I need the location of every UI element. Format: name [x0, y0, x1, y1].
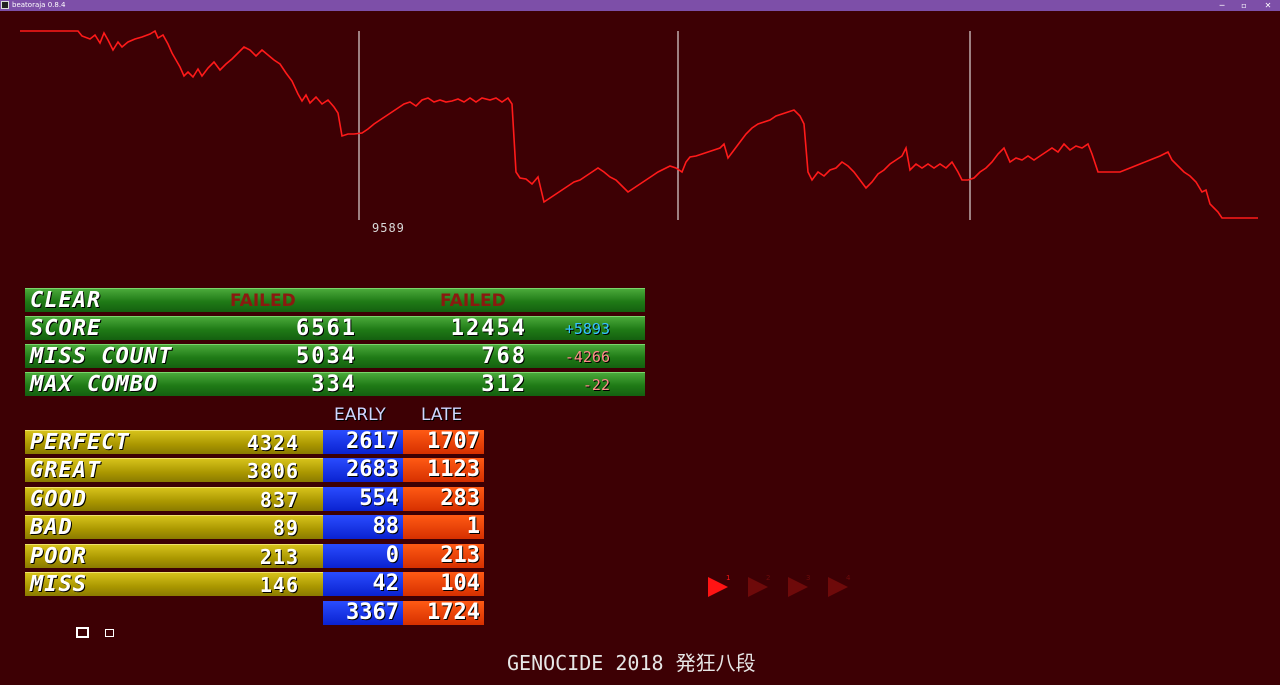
lane-option-large-icon [76, 627, 89, 638]
result-label: MAX COMBO [30, 372, 159, 397]
judge-late-good: 283 [403, 487, 484, 511]
judge-late-poor: 213 [403, 544, 484, 568]
late-header: LATE [421, 405, 463, 425]
play-1-label: 1 [726, 574, 730, 582]
judge-row-poor: POOR 213 [25, 544, 323, 569]
judge-row-good: GOOD 837 [25, 487, 323, 512]
judge-late-miss: 104 [403, 572, 484, 596]
judge-total: 3806 [246, 459, 299, 483]
result-label: MISS COUNT [30, 344, 173, 369]
miss-count-best: 768 [481, 344, 527, 369]
early-total: 3367 [323, 601, 403, 625]
judge-early-good: 554 [323, 487, 403, 511]
max-combo-best: 312 [481, 372, 527, 397]
close-button[interactable]: ✕ [1258, 0, 1278, 11]
result-label: SCORE [30, 316, 102, 341]
judge-label: BAD [30, 515, 73, 540]
play-1-icon[interactable]: 1 [706, 572, 732, 600]
window-titlebar: beatoraja 0.8.4 ─ ▫ ✕ [0, 0, 1280, 11]
maximize-button[interactable]: ▫ [1234, 0, 1254, 11]
play-2-label: 2 [766, 574, 770, 582]
play-4-icon[interactable]: 4 [826, 572, 852, 600]
lane-option-small-icon [105, 629, 114, 637]
window-title: beatoraja 0.8.4 [12, 1, 66, 9]
judge-early-perfect: 2617 [323, 430, 403, 454]
judge-early-miss: 42 [323, 572, 403, 596]
score-current: 6561 [296, 316, 357, 341]
play-3-icon[interactable]: 3 [786, 572, 812, 600]
graph-value-label: 9589 [372, 221, 405, 235]
result-label: CLEAR [30, 288, 102, 313]
judge-row-bad: BAD 89 [25, 515, 323, 540]
judge-total: 213 [259, 545, 299, 569]
judge-label: MISS [30, 572, 87, 597]
judge-early-bad: 88 [323, 515, 403, 539]
result-row-miss-count: MISS COUNT 5034 768 -4266 [25, 344, 645, 369]
play-3-label: 3 [806, 574, 810, 582]
gauge-graph [20, 29, 1258, 220]
miss-count-diff: -4266 [564, 348, 610, 366]
judge-label: GREAT [30, 458, 102, 483]
late-total: 1724 [403, 601, 484, 625]
result-row-score: SCORE 6561 12454 +5893 [25, 316, 645, 341]
judge-row-miss: MISS 146 [25, 572, 323, 597]
judge-label: GOOD [30, 487, 87, 512]
judge-total: 146 [259, 573, 299, 597]
judge-late-perfect: 1707 [403, 430, 484, 454]
judge-late-great: 1123 [403, 458, 484, 482]
judge-label: POOR [30, 544, 87, 569]
judge-row-perfect: PERFECT 4324 [25, 430, 323, 455]
clear-status-best: FAILED [440, 291, 506, 311]
judge-early-poor: 0 [323, 544, 403, 568]
max-combo-diff: -22 [582, 376, 610, 394]
play-4-label: 4 [846, 574, 851, 582]
miss-count-current: 5034 [296, 344, 357, 369]
judge-row-great: GREAT 3806 [25, 458, 323, 483]
gauge-line [20, 29, 1258, 219]
score-best: 12454 [450, 316, 527, 341]
clear-status-current: FAILED [230, 291, 296, 311]
judge-early-great: 2683 [323, 458, 403, 482]
early-header: EARLY [334, 405, 386, 425]
max-combo-current: 334 [311, 372, 357, 397]
judge-total: 837 [259, 488, 299, 512]
minimize-button[interactable]: ─ [1212, 0, 1232, 11]
judge-label: PERFECT [30, 430, 130, 455]
judge-late-bad: 1 [403, 515, 484, 539]
result-row-max-combo: MAX COMBO 334 312 -22 [25, 372, 645, 397]
score-diff: +5893 [564, 320, 610, 338]
judge-total: 89 [272, 516, 299, 540]
judge-total: 4324 [246, 431, 299, 455]
song-title: GENOCIDE 2018 発狂八段 [507, 651, 756, 675]
play-2-icon[interactable]: 2 [746, 572, 772, 600]
result-row-clear: CLEAR FAILED FAILED [25, 288, 645, 313]
app-icon [1, 1, 9, 9]
